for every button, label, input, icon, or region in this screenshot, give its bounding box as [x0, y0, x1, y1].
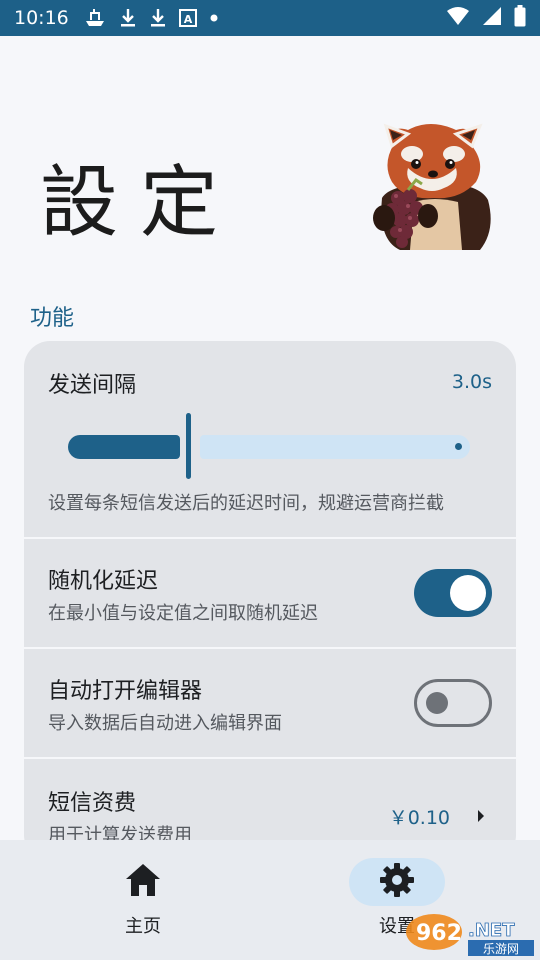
random-delay-title: 随机化延迟 — [48, 569, 159, 594]
send-interval-title: 发送间隔 — [48, 373, 137, 398]
svg-text:乐游网: 乐游网 — [483, 942, 519, 956]
dot-icon — [209, 13, 219, 23]
send-interval-description: 设置每条短信发送后的延迟时间，规避运营商拦截 — [48, 493, 444, 514]
nav-label-home: 主页 — [125, 916, 161, 937]
random-delay-description: 在最小值与设定值之间取随机延迟 — [48, 603, 318, 624]
wifi-icon — [446, 6, 470, 30]
send-interval-row: 发送间隔 3.0s 设置每条短信发送后的延迟时间，规避运营商拦截 — [24, 341, 516, 537]
slider-stop-indicator — [455, 443, 462, 450]
sms-fee-value: ￥0.10 — [388, 807, 450, 829]
svg-text:.NET: .NET — [468, 920, 515, 941]
home-icon — [124, 862, 162, 902]
svg-text:962: 962 — [416, 921, 462, 946]
svg-text:A: A — [184, 13, 193, 26]
status-time: 10:16 — [14, 7, 69, 29]
download-icon — [119, 8, 137, 28]
status-bar: 10:16 A — [0, 0, 540, 36]
ship-icon — [83, 8, 107, 28]
slider-track-inactive[interactable] — [200, 435, 470, 459]
auto-open-editor-switch[interactable] — [414, 679, 492, 727]
nav-icon-container — [349, 858, 445, 906]
random-delay-switch[interactable] — [414, 569, 492, 617]
nav-item-home[interactable]: 主页 — [68, 840, 218, 960]
nav-icon-container — [95, 858, 191, 906]
section-label: 功能 — [30, 306, 75, 331]
slider-track-active[interactable] — [68, 435, 180, 459]
gear-icon — [379, 862, 415, 902]
settings-card: 发送间隔 3.0s 设置每条短信发送后的延迟时间，规避运营商拦截 随机化延迟 在… — [24, 341, 516, 861]
random-delay-row[interactable]: 随机化延迟 在最小值与设定值之间取随机延迟 — [24, 539, 516, 647]
auto-open-editor-row[interactable]: 自动打开编辑器 导入数据后自动进入编辑界面 — [24, 649, 516, 757]
watermark-logo: 962 .NET 乐游网 — [404, 908, 538, 958]
page-title: 設定 — [40, 158, 241, 248]
slider-thumb[interactable] — [186, 413, 191, 479]
signal-icon — [482, 6, 502, 30]
send-interval-value: 3.0s — [451, 371, 492, 393]
auto-open-editor-description: 导入数据后自动进入编辑界面 — [48, 713, 282, 734]
notification-icons: A — [83, 8, 219, 28]
download-icon — [149, 8, 167, 28]
sms-fee-title: 短信资费 — [48, 791, 137, 816]
switch-knob — [450, 575, 486, 611]
battery-icon — [514, 5, 526, 31]
chevron-right-icon — [476, 808, 486, 827]
a-box-icon: A — [178, 9, 197, 27]
switch-knob — [426, 692, 448, 714]
auto-open-editor-title: 自动打开编辑器 — [48, 679, 203, 704]
red-panda-mascot — [360, 120, 500, 255]
system-icons — [446, 5, 526, 31]
